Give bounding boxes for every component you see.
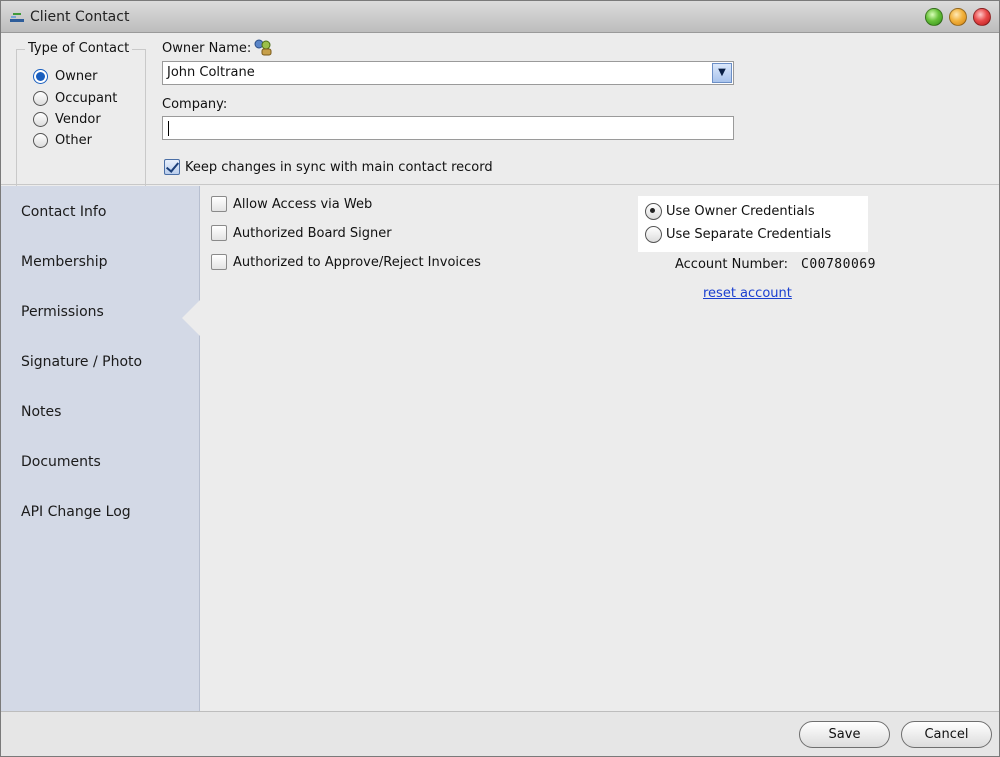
minimize-button[interactable] bbox=[925, 8, 943, 26]
sidebar-item-contact-info[interactable]: Contact Info bbox=[21, 204, 106, 220]
radio-owner[interactable]: Owner bbox=[33, 67, 97, 85]
radio-separate-credentials[interactable]: Use Separate Credentials bbox=[645, 226, 831, 243]
maximize-button[interactable] bbox=[949, 8, 967, 26]
owner-name-value: John Coltrane bbox=[167, 65, 255, 80]
radio-selected-indicator[interactable] bbox=[33, 68, 48, 84]
radio-owner-credentials[interactable]: Use Owner Credentials bbox=[645, 203, 815, 220]
app-icon bbox=[10, 13, 24, 22]
reset-account-link[interactable]: reset account bbox=[703, 286, 792, 301]
client-contact-window: Client Contact Type of Contact Owner Occ… bbox=[0, 0, 1000, 757]
people-search-icon[interactable] bbox=[252, 38, 274, 56]
sync-checkbox-label: Keep changes in sync with main contact r… bbox=[185, 159, 493, 175]
radio-other[interactable]: Other bbox=[33, 131, 92, 149]
owner-name-label: Owner Name: bbox=[162, 41, 252, 56]
owner-name-combobox[interactable]: John Coltrane ▼ bbox=[162, 61, 734, 85]
radio-occupant-label: Occupant bbox=[55, 90, 118, 106]
credentials-group: Use Owner Credentials Use Separate Crede… bbox=[638, 196, 868, 252]
company-input[interactable] bbox=[162, 116, 734, 140]
radio-indicator[interactable] bbox=[33, 111, 48, 127]
sidebar-item-permissions[interactable]: Permissions bbox=[21, 304, 104, 320]
contact-header-form: Type of Contact Owner Occupant Vendor Ot… bbox=[1, 33, 999, 187]
save-button[interactable]: Save bbox=[799, 721, 890, 748]
owner-credentials-label: Use Owner Credentials bbox=[666, 204, 815, 219]
permissions-panel: Allow Access via Web Authorized Board Si… bbox=[201, 186, 999, 711]
title-bar[interactable]: Client Contact bbox=[1, 1, 999, 33]
allow-web-access-row[interactable]: Allow Access via Web bbox=[211, 196, 372, 212]
radio-occupant[interactable]: Occupant bbox=[33, 89, 117, 107]
sync-checkbox-row[interactable]: Keep changes in sync with main contact r… bbox=[164, 159, 493, 175]
radio-other-label: Other bbox=[55, 132, 92, 148]
sidebar-item-membership[interactable]: Membership bbox=[21, 254, 108, 270]
type-of-contact-group: Type of Contact Owner Occupant Vendor Ot… bbox=[16, 41, 146, 187]
radio-indicator[interactable] bbox=[645, 226, 662, 243]
type-of-contact-legend: Type of Contact bbox=[25, 41, 133, 56]
radio-owner-label: Owner bbox=[55, 68, 98, 84]
allow-web-access-label: Allow Access via Web bbox=[233, 196, 373, 212]
sidebar-item-signature-photo[interactable]: Signature / Photo bbox=[21, 354, 142, 370]
active-item-pointer bbox=[182, 299, 201, 337]
board-signer-row[interactable]: Authorized Board Signer bbox=[211, 225, 392, 241]
approve-invoices-checkbox[interactable] bbox=[211, 254, 227, 270]
board-signer-label: Authorized Board Signer bbox=[233, 225, 392, 241]
radio-indicator[interactable] bbox=[33, 132, 48, 148]
dropdown-arrow-icon[interactable]: ▼ bbox=[712, 63, 732, 83]
radio-vendor[interactable]: Vendor bbox=[33, 110, 101, 128]
approve-invoices-row[interactable]: Authorized to Approve/Reject Invoices bbox=[211, 254, 481, 270]
window-title: Client Contact bbox=[30, 9, 130, 25]
sidebar-item-notes[interactable]: Notes bbox=[21, 404, 61, 420]
radio-selected-indicator[interactable] bbox=[645, 203, 662, 220]
allow-web-access-checkbox[interactable] bbox=[211, 196, 227, 212]
cancel-button[interactable]: Cancel bbox=[901, 721, 992, 748]
sidebar-nav: Contact Info Membership Permissions Sign… bbox=[1, 186, 201, 711]
close-button[interactable] bbox=[973, 8, 991, 26]
account-number-value: C00780069 bbox=[801, 257, 876, 272]
radio-vendor-label: Vendor bbox=[55, 111, 101, 127]
sidebar-item-api-change-log[interactable]: API Change Log bbox=[21, 504, 131, 520]
board-signer-checkbox[interactable] bbox=[211, 225, 227, 241]
approve-invoices-label: Authorized to Approve/Reject Invoices bbox=[233, 254, 481, 270]
sync-checkbox[interactable] bbox=[164, 159, 180, 175]
radio-indicator[interactable] bbox=[33, 90, 48, 106]
sidebar-item-documents[interactable]: Documents bbox=[21, 454, 101, 470]
company-label: Company: bbox=[162, 97, 228, 112]
separate-credentials-label: Use Separate Credentials bbox=[666, 227, 832, 242]
account-number-label: Account Number: bbox=[675, 257, 788, 272]
dialog-footer: Save Cancel bbox=[1, 711, 999, 756]
text-caret bbox=[168, 121, 169, 136]
